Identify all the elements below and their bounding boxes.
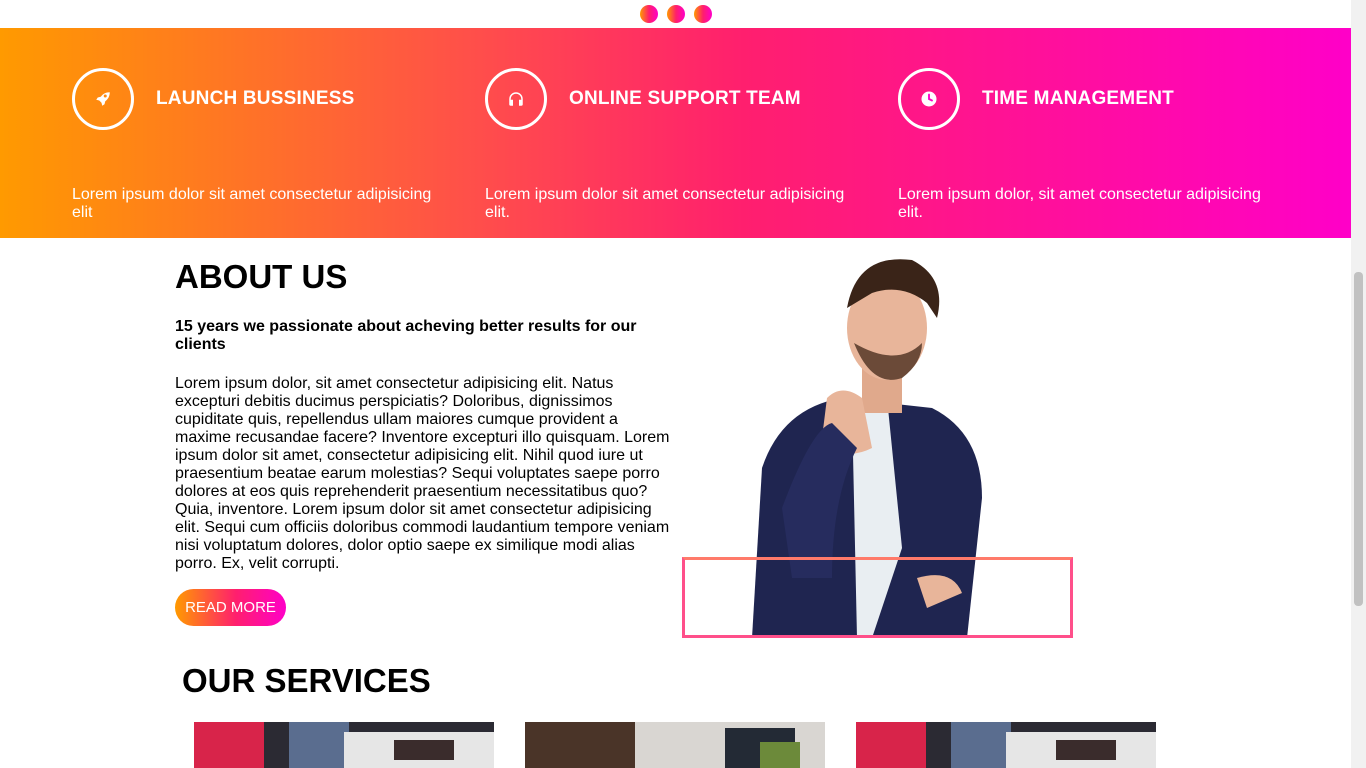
- carousel-dot[interactable]: [640, 5, 658, 23]
- service-card-image[interactable]: [525, 722, 825, 768]
- about-body: Lorem ipsum dolor, sit amet consectetur …: [175, 375, 670, 572]
- feature-text: Lorem ipsum dolor sit amet consectetur a…: [72, 186, 432, 221]
- carousel-dot[interactable]: [667, 5, 685, 23]
- scrollbar-thumb[interactable]: [1354, 272, 1363, 606]
- service-card-image[interactable]: [856, 722, 1156, 768]
- feature-title: LAUNCH BUSSINESS: [156, 88, 355, 109]
- photo-frame-decoration: [682, 557, 1073, 638]
- read-more-button[interactable]: READ MORE: [175, 589, 286, 626]
- about-subtitle: 15 years we passionate about acheving be…: [175, 318, 637, 353]
- feature-text: Lorem ipsum dolor, sit amet consectetur …: [898, 186, 1261, 221]
- carousel-dot[interactable]: [694, 5, 712, 23]
- service-card-image[interactable]: [194, 722, 494, 768]
- about-title: ABOUT US: [175, 258, 348, 295]
- services-title: OUR SERVICES: [182, 662, 431, 699]
- rocket-icon: [72, 68, 134, 130]
- feature-title: TIME MANAGEMENT: [982, 88, 1174, 109]
- page-scrollbar[interactable]: [1351, 0, 1366, 768]
- clock-icon: [898, 68, 960, 130]
- feature-text: Lorem ipsum dolor sit amet consectetur a…: [485, 186, 845, 221]
- headphones-icon: [485, 68, 547, 130]
- carousel-dots: [640, 5, 712, 23]
- feature-title: ONLINE SUPPORT TEAM: [569, 88, 801, 109]
- features-band: LAUNCH BUSSINESS Lorem ipsum dolor sit a…: [0, 28, 1351, 238]
